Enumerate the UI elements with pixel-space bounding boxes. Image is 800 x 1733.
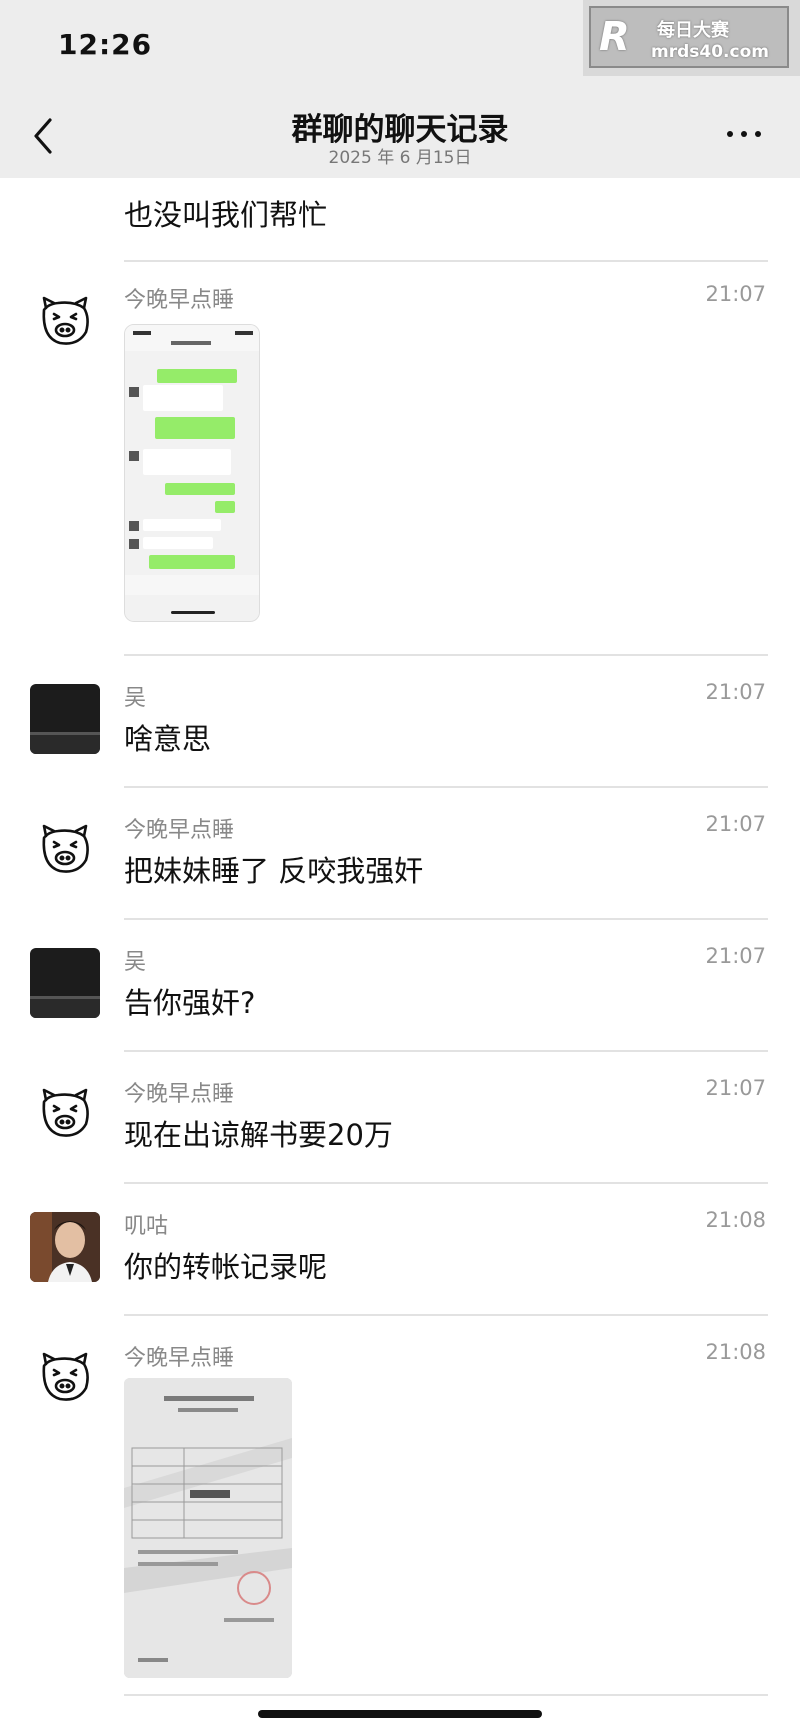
pig-face-icon <box>42 824 89 873</box>
message-text[interactable]: 告你强奸? <box>124 980 255 1022</box>
status-time: 12:26 <box>58 28 153 61</box>
list-item: 叽咕 21:08 你的转帐记录呢 <box>0 1184 800 1316</box>
sender-name: 今晚早点睡 <box>124 1346 235 1371</box>
pig-face-icon <box>42 1352 89 1401</box>
sender-name: 叽咕 <box>124 1214 169 1239</box>
sender-name: 吴 <box>124 686 147 711</box>
pig-face-icon <box>42 296 89 345</box>
message-text[interactable]: 你的转帐记录呢 <box>124 1244 327 1286</box>
avatar[interactable] <box>30 1212 100 1282</box>
more-button[interactable] <box>720 122 768 146</box>
watermark-title: 每日大赛 <box>657 20 729 41</box>
top-bar: 12:26 R 每日大赛 mrds40.com 群聊的聊天记录 2025 年 6… <box>0 0 800 178</box>
watermark-logo: R <box>599 14 630 60</box>
avatar[interactable] <box>30 1344 100 1414</box>
watermark-site: mrds40.com <box>651 42 769 62</box>
avatar[interactable] <box>30 816 100 886</box>
list-item: 今晚早点睡 21:07 现在出谅解书要20万 <box>0 1052 800 1184</box>
image-thumbnail[interactable] <box>124 1378 292 1678</box>
message-time: 21:07 <box>705 1076 766 1100</box>
list-item: 吴 21:07 啥意思 <box>0 656 800 788</box>
list-item: 吴 21:07 告你强奸? <box>0 920 800 1052</box>
home-indicator[interactable] <box>258 1710 542 1718</box>
profile-photo-image <box>30 1212 100 1282</box>
message-time: 21:07 <box>705 282 766 306</box>
page-date: 2025 年 6 月15日 <box>328 148 472 168</box>
message-text[interactable]: 把妹妹睡了 反咬我强奸 <box>124 848 423 890</box>
list-item: 今晚早点睡 21:08 <box>0 1316 800 1696</box>
avatar[interactable] <box>30 948 100 1018</box>
message-time: 21:07 <box>705 680 766 704</box>
document-photo-image <box>124 1378 292 1678</box>
message-time: 21:08 <box>705 1340 766 1364</box>
message-time: 21:07 <box>705 944 766 968</box>
message-text[interactable]: 啥意思 <box>124 716 211 758</box>
chat-history-list[interactable]: 也没叫我们帮忙 今晚早点睡 21:07 吴 21:07 啥意思 今晚早点睡 21… <box>0 178 800 1733</box>
chat-screenshot-image <box>125 325 259 621</box>
image-thumbnail[interactable] <box>124 324 260 622</box>
divider <box>124 1694 768 1696</box>
message-text[interactable]: 现在出谅解书要20万 <box>124 1112 393 1154</box>
sender-name: 今晚早点睡 <box>124 288 235 313</box>
sender-name: 今晚早点睡 <box>124 818 235 843</box>
avatar[interactable] <box>30 288 100 358</box>
pig-face-icon <box>42 1088 89 1137</box>
list-item: 今晚早点睡 21:07 把妹妹睡了 反咬我强奸 <box>0 788 800 920</box>
avatar[interactable] <box>30 1080 100 1150</box>
message-time: 21:08 <box>705 1208 766 1232</box>
message-text[interactable]: 也没叫我们帮忙 <box>124 192 327 234</box>
list-item: 今晚早点睡 21:07 <box>0 262 800 656</box>
list-item: 也没叫我们帮忙 <box>0 178 800 262</box>
message-time: 21:07 <box>705 812 766 836</box>
watermark: R 每日大赛 mrds40.com <box>583 0 800 76</box>
avatar[interactable] <box>30 684 100 754</box>
sender-name: 今晚早点睡 <box>124 1082 235 1107</box>
sender-name: 吴 <box>124 950 147 975</box>
